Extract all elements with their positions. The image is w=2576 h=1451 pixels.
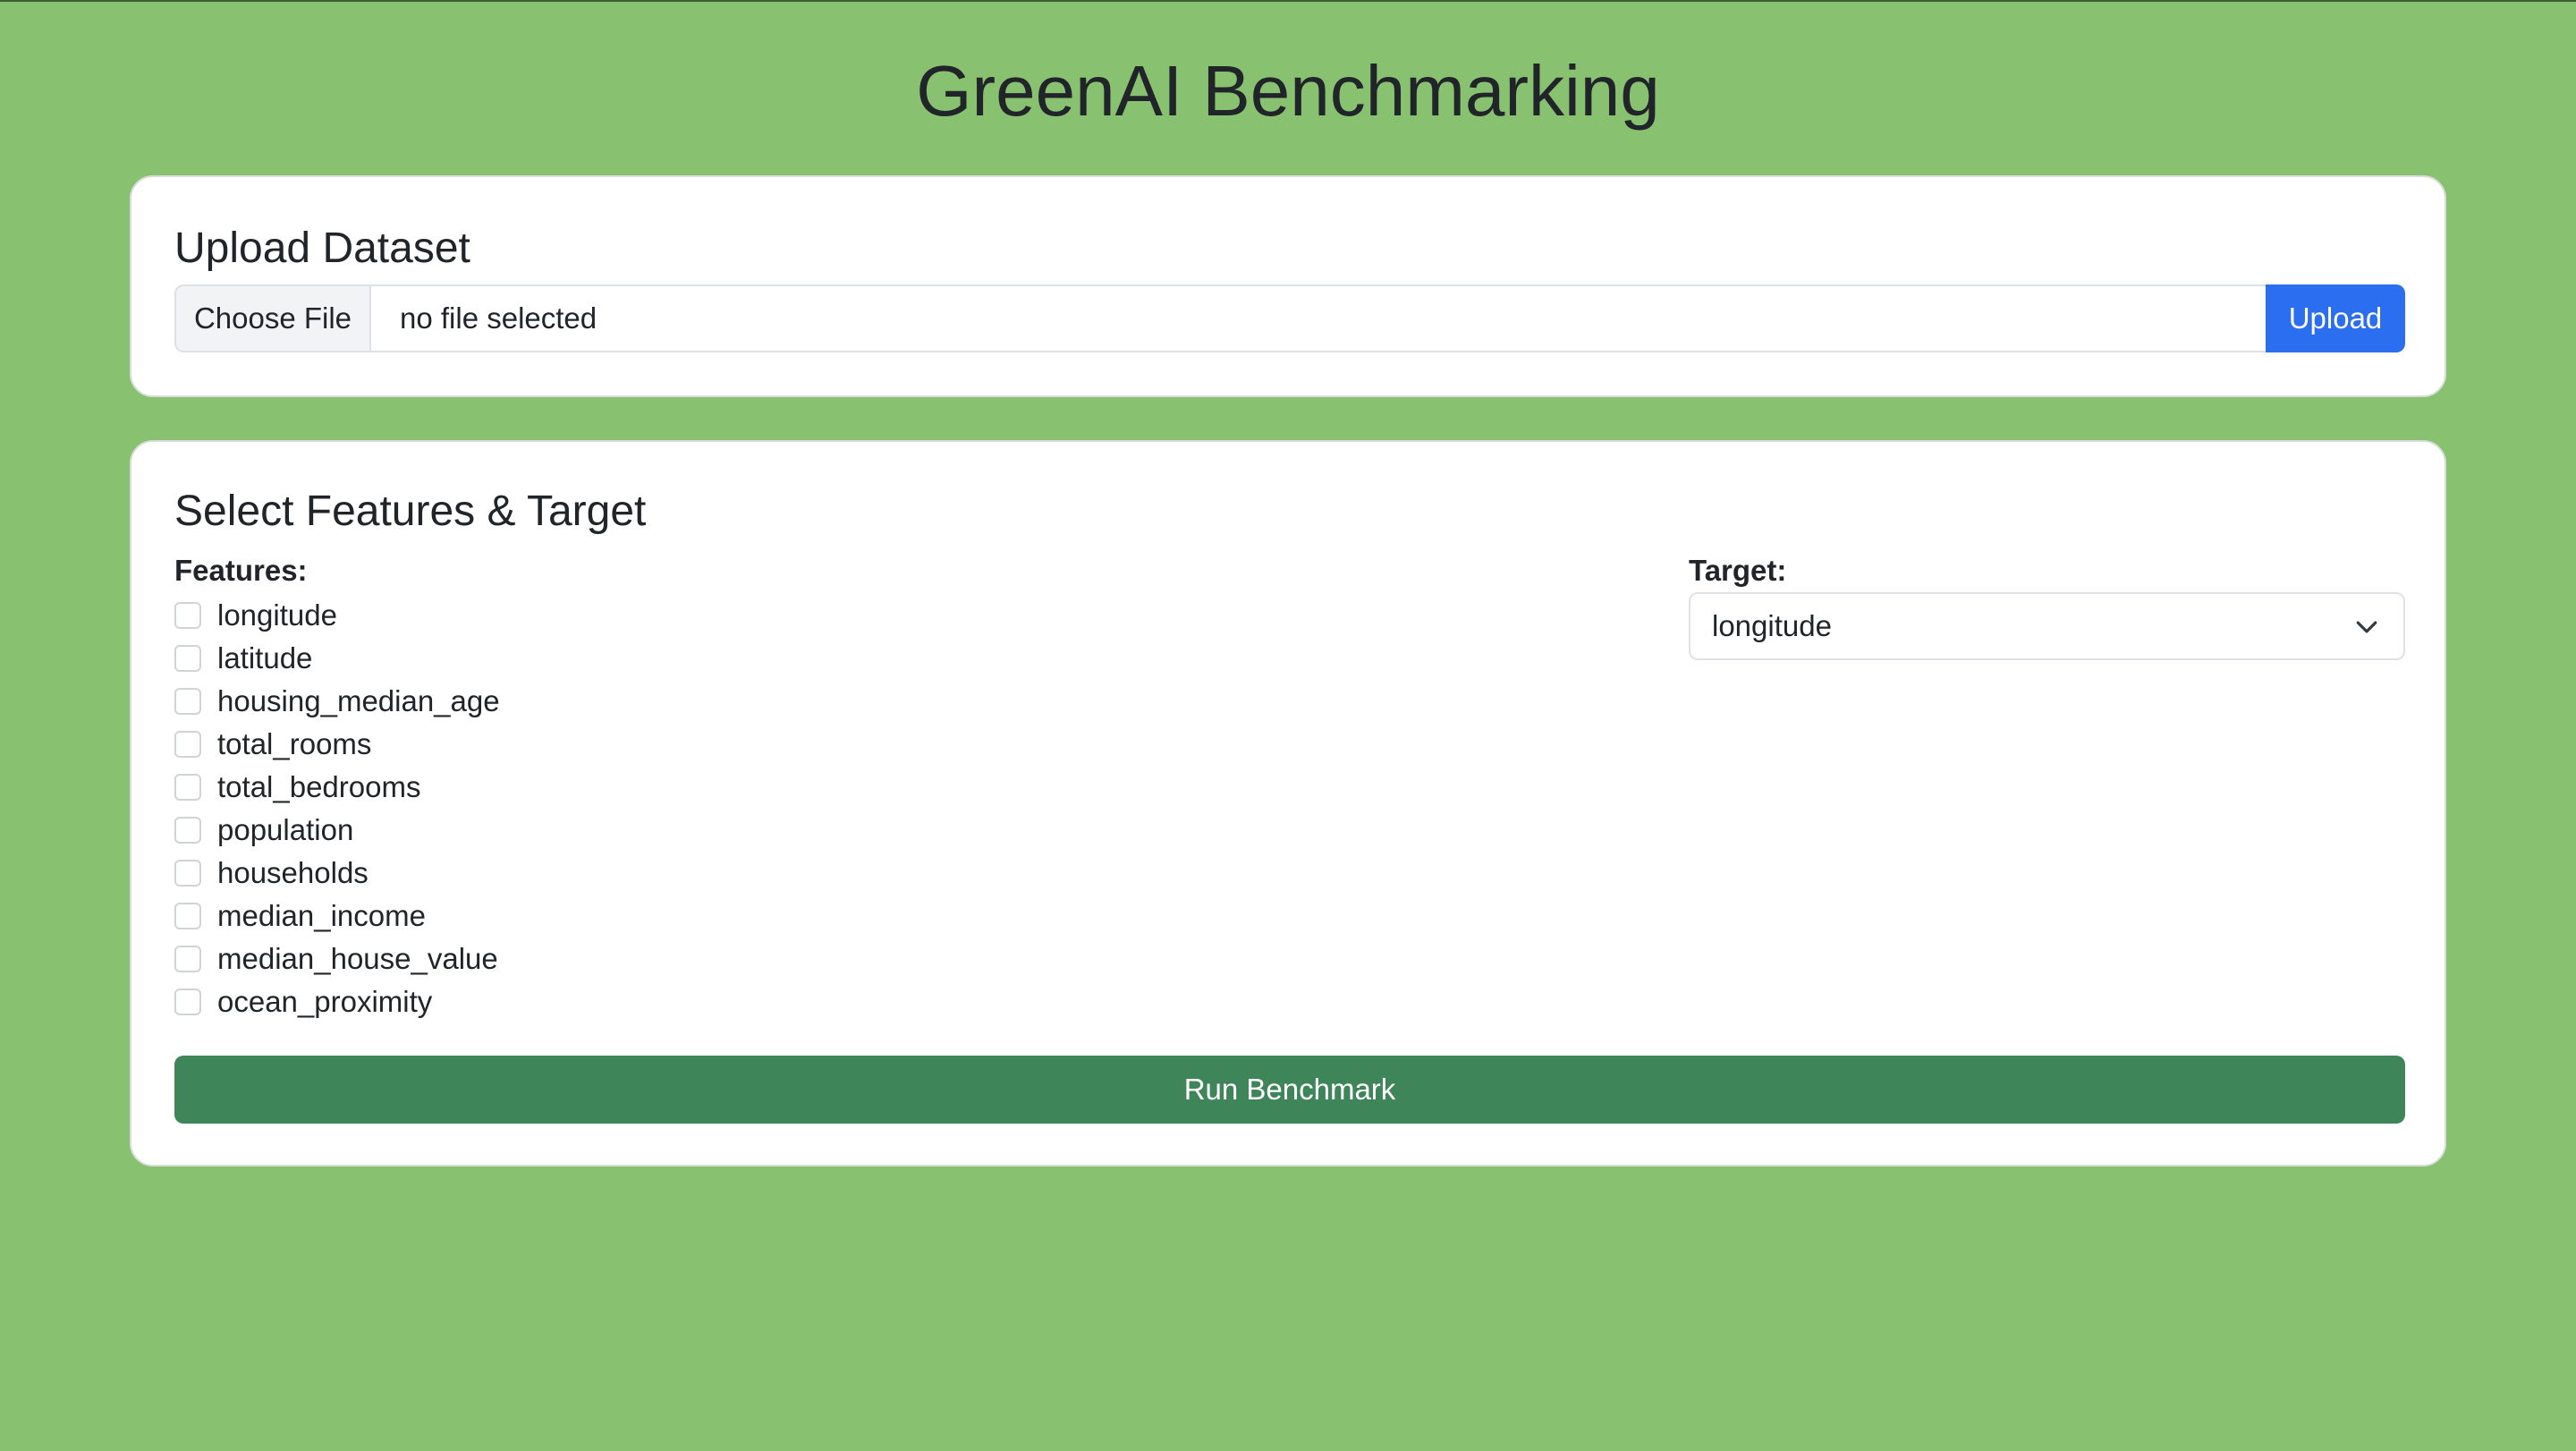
feature-item-households: households — [174, 852, 500, 895]
feature-item-total-bedrooms: total_bedrooms — [174, 766, 500, 809]
feature-item-longitude: longitude — [174, 594, 500, 637]
feature-checkbox[interactable] — [174, 989, 201, 1015]
feature-list: longitude latitude housing_median_age to… — [174, 594, 500, 1023]
feature-label[interactable]: total_rooms — [217, 723, 371, 766]
feature-checkbox[interactable] — [174, 860, 201, 887]
feature-checkbox[interactable] — [174, 731, 201, 758]
feature-item-population: population — [174, 809, 500, 852]
feature-checkbox[interactable] — [174, 645, 201, 672]
select-features-title: Select Features & Target — [174, 488, 647, 535]
target-selected-value: longitude — [1712, 609, 1832, 642]
feature-label[interactable]: longitude — [217, 594, 337, 637]
feature-label[interactable]: latitude — [217, 637, 312, 680]
feature-label[interactable]: housing_median_age — [217, 680, 500, 723]
feature-checkbox[interactable] — [174, 817, 201, 844]
chevron-down-icon — [2356, 621, 2377, 633]
feature-item-housing-median-age: housing_median_age — [174, 680, 500, 723]
feature-label[interactable]: total_bedrooms — [217, 766, 420, 809]
feature-item-ocean-proximity: ocean_proximity — [174, 980, 500, 1023]
feature-label[interactable]: median_income — [217, 895, 426, 938]
feature-item-median-house-value: median_house_value — [174, 938, 500, 980]
select-features-card: Select Features & Target Features: longi… — [130, 440, 2446, 1167]
run-benchmark-button[interactable]: Run Benchmark — [174, 1056, 2405, 1124]
feature-checkbox[interactable] — [174, 903, 201, 929]
upload-dataset-card: Upload Dataset Choose File no file selec… — [130, 175, 2446, 397]
feature-label[interactable]: households — [217, 852, 369, 895]
page-title: GreenAI Benchmarking — [916, 51, 1660, 131]
feature-label[interactable]: population — [217, 809, 353, 852]
target-label: Target: — [1689, 554, 1787, 587]
feature-checkbox[interactable] — [174, 602, 201, 629]
file-input-group: Choose File no file selected Upload — [174, 284, 2405, 352]
feature-item-latitude: latitude — [174, 637, 500, 680]
feature-checkbox[interactable] — [174, 688, 201, 715]
feature-item-total-rooms: total_rooms — [174, 723, 500, 766]
upload-button[interactable]: Upload — [2266, 284, 2405, 352]
file-status-text[interactable]: no file selected — [371, 284, 2266, 352]
target-select[interactable]: longitude — [1689, 592, 2405, 660]
choose-file-button[interactable]: Choose File — [174, 284, 371, 352]
feature-item-median-income: median_income — [174, 895, 500, 938]
feature-label[interactable]: median_house_value — [217, 938, 498, 980]
feature-checkbox[interactable] — [174, 774, 201, 801]
feature-checkbox[interactable] — [174, 946, 201, 972]
features-label: Features: — [174, 554, 308, 587]
feature-label[interactable]: ocean_proximity — [217, 980, 432, 1023]
upload-dataset-title: Upload Dataset — [174, 225, 470, 272]
